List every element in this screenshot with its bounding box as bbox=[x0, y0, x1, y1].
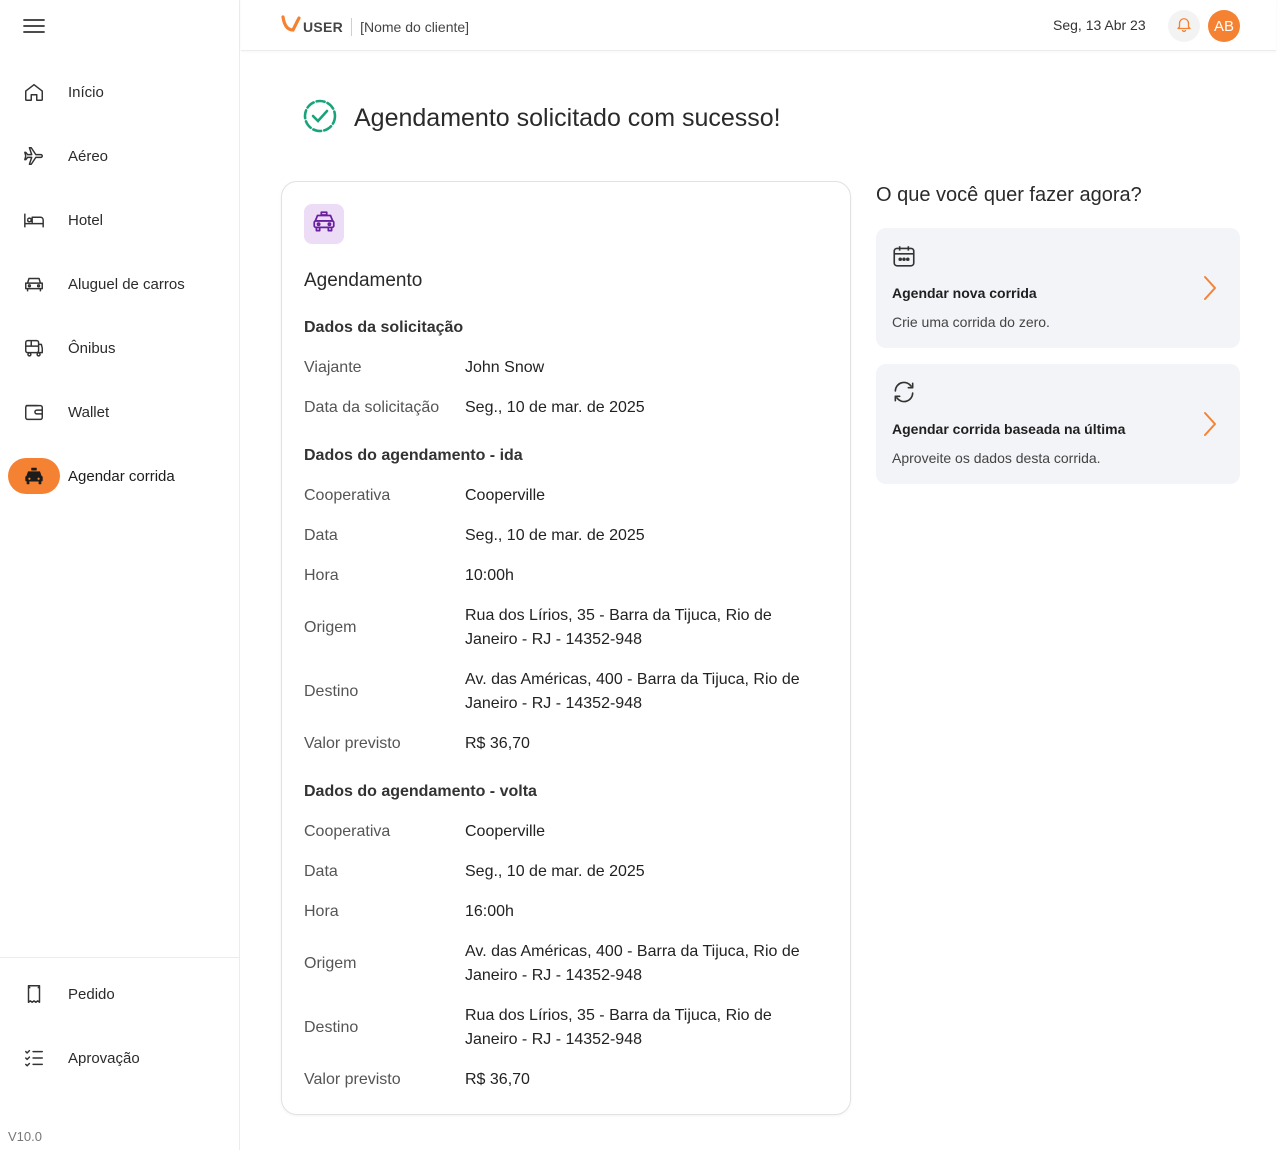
detail-value: Av. das Américas, 400 - Barra da Tijuca,… bbox=[465, 671, 800, 712]
top-header: USER [Nome do cliente] Seg, 13 Abr 23 AB bbox=[241, 0, 1276, 51]
sidebar-item-label: Agendar corrida bbox=[68, 467, 175, 485]
detail-label: Data bbox=[304, 527, 338, 544]
taxi-badge bbox=[304, 204, 344, 244]
action-description: Aproveite os dados desta corrida. bbox=[892, 450, 1101, 466]
sidebar-item-label: Aprovação bbox=[68, 1049, 140, 1067]
detail-label: Destino bbox=[304, 1019, 359, 1036]
detail-value: John Snow bbox=[465, 359, 545, 376]
section-title-return: Dados do agendamento - volta bbox=[304, 783, 537, 800]
bus-icon bbox=[8, 330, 60, 366]
checklist-icon bbox=[8, 1040, 60, 1076]
sidebar-item-label: Hotel bbox=[68, 211, 104, 229]
sidebar-item-agendar-corrida[interactable]: Agendar corrida bbox=[8, 458, 232, 494]
car-icon bbox=[8, 266, 60, 302]
detail-value: Seg., 10 de mar. de 2025 bbox=[465, 863, 645, 880]
sidebar-item-label: Início bbox=[68, 83, 104, 101]
sidebar-item-aereo[interactable]: Aéreo bbox=[8, 138, 232, 174]
sidebar-divider bbox=[0, 957, 239, 958]
logo[interactable]: USER [Nome do cliente] bbox=[281, 15, 469, 38]
sidebar: Início Aéreo Hotel Aluguel de carros Ôni… bbox=[0, 0, 240, 1150]
sidebar-item-label: Aluguel de carros bbox=[68, 275, 185, 293]
action-description: Crie uma corrida do zero. bbox=[892, 314, 1050, 330]
chevron-right-icon bbox=[1202, 274, 1218, 302]
actions-title: O que você quer fazer agora? bbox=[876, 184, 1142, 206]
wallet-icon bbox=[8, 394, 60, 430]
detail-value: Rua dos Lírios, 35 - Barra da Tijuca, Ri… bbox=[465, 607, 772, 648]
booking-details-card: Agendamento Dados da solicitação Viajant… bbox=[281, 181, 851, 1115]
action-title: Agendar nova corrida bbox=[892, 285, 1037, 301]
refresh-icon bbox=[890, 378, 918, 406]
plane-icon bbox=[8, 138, 60, 174]
detail-label: Data bbox=[304, 863, 338, 880]
sidebar-item-label: Pedido bbox=[68, 985, 115, 1003]
chevron-right-icon bbox=[1202, 410, 1218, 438]
hamburger-icon bbox=[23, 18, 45, 39]
detail-label: Cooperativa bbox=[304, 487, 391, 504]
detail-label: Destino bbox=[304, 683, 359, 700]
detail-value: 16:00h bbox=[465, 903, 514, 920]
bell-icon bbox=[1175, 15, 1193, 38]
sidebar-item-aluguel-de-carros[interactable]: Aluguel de carros bbox=[8, 266, 232, 302]
detail-label: Origem bbox=[304, 955, 357, 972]
logo-separator bbox=[351, 17, 353, 36]
detail-value: R$ 36,70 bbox=[465, 1071, 530, 1088]
repeat-last-ride-action-card[interactable]: Agendar corrida baseada na última Aprove… bbox=[876, 364, 1240, 484]
detail-value: Cooperville bbox=[465, 823, 546, 840]
sidebar-item-label: Ônibus bbox=[68, 339, 116, 357]
detail-value: Cooperville bbox=[465, 487, 546, 504]
detail-label: Viajante bbox=[304, 359, 362, 376]
success-check-icon bbox=[302, 98, 338, 139]
taxi-icon bbox=[311, 209, 337, 240]
sidebar-item-label: Wallet bbox=[68, 403, 110, 421]
logo-mark-icon bbox=[281, 15, 301, 38]
sidebar-item-label: Aéreo bbox=[68, 147, 109, 165]
calendar-icon bbox=[890, 242, 918, 270]
version-label: V10.0 bbox=[8, 1129, 42, 1144]
detail-label: Hora bbox=[304, 567, 339, 584]
detail-value: Seg., 10 de mar. de 2025 bbox=[465, 399, 645, 416]
success-banner: Agendamento solicitado com sucesso! bbox=[302, 98, 781, 139]
sidebar-item-pedido[interactable]: Pedido bbox=[8, 976, 232, 1012]
bed-icon bbox=[8, 202, 60, 238]
client-name: [Nome do cliente] bbox=[360, 18, 470, 35]
action-title: Agendar corrida baseada na última bbox=[892, 421, 1126, 437]
taxi-icon bbox=[8, 458, 60, 494]
detail-value: Rua dos Lírios, 35 - Barra da Tijuca, Ri… bbox=[465, 1007, 772, 1048]
page-title: Agendamento solicitado com sucesso! bbox=[354, 104, 781, 132]
detail-value: 10:00h bbox=[465, 567, 514, 584]
detail-label: Valor previsto bbox=[304, 1071, 401, 1088]
section-title-request: Dados da solicitação bbox=[304, 319, 464, 336]
receipt-icon bbox=[8, 976, 60, 1012]
menu-button[interactable] bbox=[20, 14, 48, 42]
logo-text: USER bbox=[303, 18, 344, 35]
detail-label: Valor previsto bbox=[304, 735, 401, 752]
detail-label: Origem bbox=[304, 619, 357, 636]
sidebar-item-inicio[interactable]: Início bbox=[8, 74, 232, 110]
sidebar-item-hotel[interactable]: Hotel bbox=[8, 202, 232, 238]
home-icon bbox=[8, 74, 60, 110]
section-title-outbound: Dados do agendamento - ida bbox=[304, 447, 523, 464]
header-date: Seg, 13 Abr 23 bbox=[1053, 17, 1146, 33]
sidebar-item-aprovacao[interactable]: Aprovação bbox=[8, 1040, 232, 1076]
detail-value: Seg., 10 de mar. de 2025 bbox=[465, 527, 645, 544]
card-title: Agendamento bbox=[304, 270, 423, 291]
detail-value: Av. das Américas, 400 - Barra da Tijuca,… bbox=[465, 943, 800, 984]
notifications-button[interactable] bbox=[1168, 10, 1200, 42]
sidebar-item-onibus[interactable]: Ônibus bbox=[8, 330, 232, 366]
avatar[interactable]: AB bbox=[1208, 10, 1240, 42]
detail-label: Cooperativa bbox=[304, 823, 391, 840]
detail-label: Data da solicitação bbox=[304, 399, 440, 416]
detail-label: Hora bbox=[304, 903, 339, 920]
detail-value: R$ 36,70 bbox=[465, 735, 530, 752]
new-ride-action-card[interactable]: Agendar nova corrida Crie uma corrida do… bbox=[876, 228, 1240, 348]
sidebar-item-wallet[interactable]: Wallet bbox=[8, 394, 232, 430]
